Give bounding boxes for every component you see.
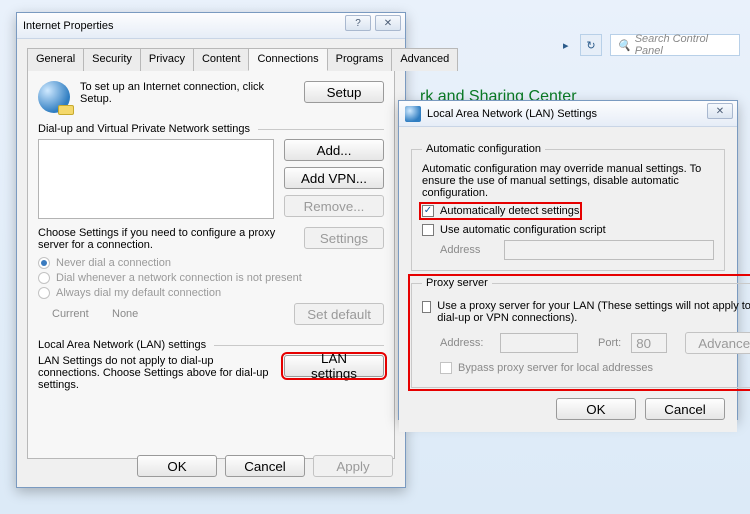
radio-dial-when-absent[interactable]: Dial whenever a network connection is no…: [38, 272, 384, 284]
add-button[interactable]: Add...: [284, 139, 384, 161]
current-label: Current: [52, 308, 102, 320]
checkbox-label: Automatically detect settings: [440, 205, 579, 217]
checkbox-label: Use a proxy server for your LAN (These s…: [437, 300, 750, 324]
radio-label: Dial whenever a network connection is no…: [56, 272, 302, 284]
search-placeholder: Search Control Panel: [635, 33, 733, 57]
lan-settings-dialog: Local Area Network (LAN) Settings ✕ Auto…: [398, 100, 738, 420]
automatic-configuration-group: Automatic configuration Automatic config…: [411, 143, 725, 271]
lan-group-title: Local Area Network (LAN) settings: [38, 339, 206, 351]
toolbar-separator: ▸: [563, 34, 573, 56]
checkbox-label: Bypass proxy server for local addresses: [458, 362, 653, 374]
help-button[interactable]: ?: [345, 15, 371, 31]
titlebar[interactable]: Local Area Network (LAN) Settings ✕: [399, 101, 737, 127]
tab-general[interactable]: General: [27, 48, 84, 71]
lan-settings-button[interactable]: LAN settings: [284, 355, 384, 377]
tab-privacy[interactable]: Privacy: [140, 48, 194, 71]
search-icon: 🔍: [617, 39, 631, 52]
radio-label: Never dial a connection: [56, 257, 171, 269]
auto-detect-checkbox[interactable]: Automatically detect settings: [422, 205, 579, 217]
tab-connections[interactable]: Connections: [248, 48, 327, 71]
checkbox-label: Use automatic configuration script: [440, 224, 606, 236]
cancel-button[interactable]: Cancel: [645, 398, 725, 420]
ok-button[interactable]: OK: [137, 455, 217, 477]
current-value: None: [112, 308, 284, 320]
search-input[interactable]: 🔍 Search Control Panel: [610, 34, 740, 56]
auto-script-checkbox[interactable]: Use automatic configuration script: [422, 224, 714, 236]
tab-security[interactable]: Security: [83, 48, 141, 71]
tab-programs[interactable]: Programs: [327, 48, 393, 71]
titlebar[interactable]: Internet Properties ? ✕: [17, 13, 405, 39]
cancel-button[interactable]: Cancel: [225, 455, 305, 477]
dialog-title: Local Area Network (LAN) Settings: [427, 108, 597, 120]
radio-label: Always dial my default connection: [56, 287, 221, 299]
setup-button[interactable]: Setup: [304, 81, 384, 103]
tab-strip: General Security Privacy Content Connect…: [27, 47, 395, 71]
globe-icon: [38, 81, 70, 113]
ok-button[interactable]: OK: [556, 398, 636, 420]
close-button[interactable]: ✕: [707, 103, 733, 119]
proxy-address-label: Address:: [440, 337, 490, 349]
bypass-local-checkbox[interactable]: Bypass proxy server for local addresses: [440, 362, 750, 374]
address-label: Address: [440, 244, 494, 256]
auto-script-address-input[interactable]: [504, 240, 714, 260]
proxy-port-input[interactable]: [631, 333, 667, 353]
proxy-address-input[interactable]: [500, 333, 578, 353]
connections-listbox[interactable]: [38, 139, 274, 219]
dialog-title: Internet Properties: [23, 20, 114, 32]
use-proxy-checkbox[interactable]: Use a proxy server for your LAN (These s…: [422, 300, 750, 324]
radio-never-dial[interactable]: Never dial a connection: [38, 257, 384, 269]
choose-settings-text: Choose Settings if you need to configure…: [38, 227, 294, 251]
add-vpn-button[interactable]: Add VPN...: [284, 167, 384, 189]
auto-config-text: Automatic configuration may override man…: [422, 163, 714, 199]
tab-advanced[interactable]: Advanced: [391, 48, 458, 71]
set-default-button[interactable]: Set default: [294, 303, 384, 325]
dialup-group-title: Dial-up and Virtual Private Network sett…: [38, 123, 250, 135]
close-button[interactable]: ✕: [375, 15, 401, 31]
proxy-advanced-button[interactable]: Advanced: [685, 332, 750, 354]
internet-properties-dialog: Internet Properties ? ✕ General Security…: [16, 12, 406, 488]
settings-button[interactable]: Settings: [304, 227, 384, 249]
group-legend: Automatic configuration: [422, 143, 545, 155]
apply-button[interactable]: Apply: [313, 455, 393, 477]
proxy-server-group: Proxy server Use a proxy server for your…: [411, 277, 750, 388]
remove-button[interactable]: Remove...: [284, 195, 384, 217]
connections-panel: To set up an Internet connection, click …: [27, 71, 395, 459]
lan-note: LAN Settings do not apply to dial-up con…: [38, 355, 274, 391]
tab-content[interactable]: Content: [193, 48, 250, 71]
radio-always-dial[interactable]: Always dial my default connection: [38, 287, 384, 299]
refresh-button[interactable]: ↻: [580, 34, 602, 56]
globe-icon: [405, 106, 421, 122]
group-legend: Proxy server: [422, 277, 492, 289]
intro-text: To set up an Internet connection, click …: [80, 81, 294, 105]
proxy-port-label: Port:: [598, 337, 621, 349]
